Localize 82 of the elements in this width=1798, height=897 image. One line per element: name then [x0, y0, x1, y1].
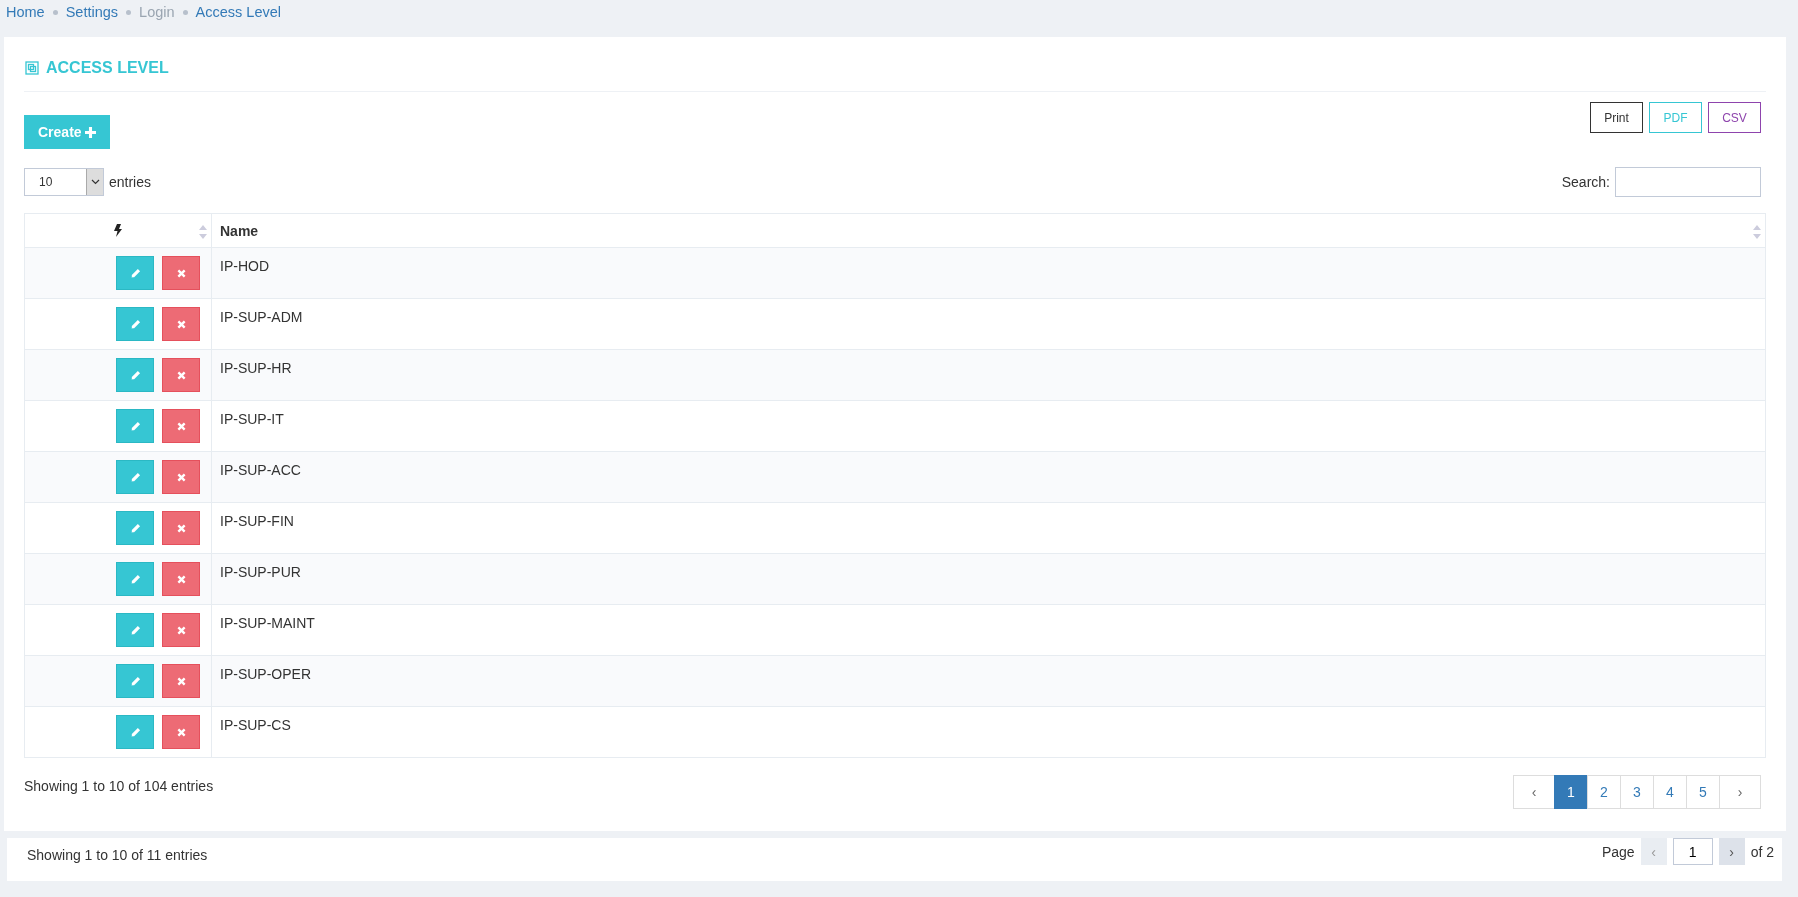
next-page-button[interactable]: ›	[1718, 838, 1745, 865]
edit-button[interactable]	[116, 562, 154, 596]
delete-button[interactable]	[162, 409, 200, 443]
separator-dot	[126, 9, 132, 15]
plus-icon	[84, 126, 96, 138]
breadcrumb-link[interactable]: Home	[6, 4, 45, 20]
search-label: Search:	[1561, 174, 1610, 190]
pencil-icon	[129, 267, 141, 279]
separator-dot	[52, 9, 58, 15]
pencil-icon	[129, 420, 141, 432]
separator-dot	[182, 9, 188, 15]
edit-button[interactable]	[116, 409, 154, 443]
page-number-field[interactable]: 1	[1672, 838, 1713, 865]
close-icon	[176, 625, 186, 635]
sort-icon	[1753, 225, 1761, 239]
delete-button[interactable]	[162, 664, 200, 698]
page-link[interactable]: 1	[1554, 775, 1588, 809]
entries-label: entries	[109, 174, 152, 190]
pencil-icon	[129, 726, 141, 738]
edit-button[interactable]	[116, 664, 154, 698]
export-button[interactable]: CSV	[1708, 102, 1761, 133]
pencil-icon	[129, 522, 141, 534]
close-icon	[176, 676, 186, 686]
edit-button[interactable]	[116, 613, 154, 647]
breadcrumb-link: Login	[139, 4, 175, 20]
edit-button[interactable]	[116, 307, 154, 341]
edit-button[interactable]	[116, 715, 154, 749]
chevron-down-icon	[90, 179, 100, 185]
sort-icon	[199, 225, 207, 239]
close-icon	[176, 370, 186, 380]
pencil-icon	[129, 318, 141, 330]
breadcrumb-link[interactable]: Settings	[65, 4, 119, 20]
delete-button[interactable]	[162, 460, 200, 494]
table-cell: IP-SUP-ACC	[211, 451, 1766, 503]
column-header[interactable]	[24, 213, 212, 248]
page-link[interactable]: 4	[1653, 775, 1687, 809]
pencil-icon	[129, 573, 141, 585]
close-icon	[176, 421, 186, 431]
table-cell: IP-SUP-OPER	[211, 655, 1766, 707]
page-link[interactable]: ›	[1719, 775, 1761, 809]
delete-button[interactable]	[162, 256, 200, 290]
page-title: ACCESS LEVEL	[46, 59, 169, 77]
page-count: of 2	[1750, 843, 1774, 860]
delete-button[interactable]	[162, 562, 200, 596]
close-icon	[176, 727, 186, 737]
table-cell: IP-HOD	[211, 247, 1766, 299]
footer-info: Showing 1 to 10 of 11 entries	[27, 847, 208, 863]
close-icon	[176, 268, 186, 278]
column-header[interactable]: Name	[211, 213, 1766, 248]
export-button[interactable]: Print	[1590, 102, 1643, 133]
page-link[interactable]: 5	[1686, 775, 1720, 809]
edit-button[interactable]	[116, 460, 154, 494]
page-link[interactable]: 3	[1620, 775, 1654, 809]
delete-button[interactable]	[162, 307, 200, 341]
pencil-icon	[129, 471, 141, 483]
search-field[interactable]	[1615, 167, 1761, 197]
pencil-icon	[129, 675, 141, 687]
close-icon	[176, 319, 186, 329]
pencil-icon	[129, 624, 141, 636]
edit-button[interactable]	[116, 511, 154, 545]
bolt-icon	[114, 224, 122, 237]
breadcrumb-link[interactable]: Access Level	[195, 4, 281, 20]
table-info: Showing 1 to 10 of 104 entries	[24, 778, 214, 794]
close-icon	[176, 523, 186, 533]
page-label: Page	[1601, 843, 1635, 860]
table-cell: IP-SUP-PUR	[211, 553, 1766, 605]
table-cell: IP-SUP-CS	[211, 706, 1766, 758]
table-cell: IP-SUP-HR	[211, 349, 1766, 401]
delete-button[interactable]	[162, 613, 200, 647]
close-icon	[176, 574, 186, 584]
pencil-icon	[129, 369, 141, 381]
page-link[interactable]: 2	[1587, 775, 1621, 809]
delete-button[interactable]	[162, 511, 200, 545]
delete-button[interactable]	[162, 358, 200, 392]
edit-button[interactable]	[116, 358, 154, 392]
previous-page-button[interactable]: ‹	[1640, 838, 1667, 865]
page-link[interactable]: ‹	[1513, 775, 1555, 809]
delete-button[interactable]	[162, 715, 200, 749]
edit-button[interactable]	[116, 256, 154, 290]
page-size-select[interactable]: 10	[24, 168, 104, 196]
frame-icon	[24, 60, 40, 76]
close-icon	[176, 472, 186, 482]
